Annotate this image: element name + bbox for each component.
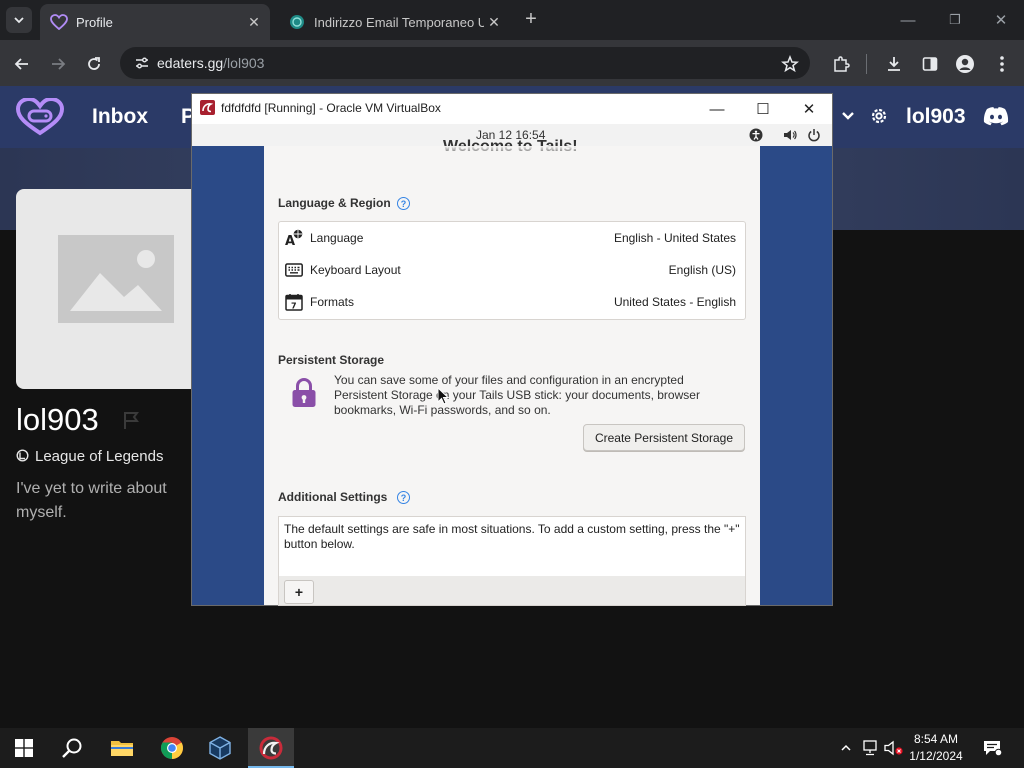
keyboard-icon	[285, 262, 303, 278]
site-info-icon[interactable]	[134, 55, 150, 71]
side-panel-icon[interactable]	[918, 52, 942, 76]
reload-icon[interactable]	[82, 52, 106, 76]
add-setting-button[interactable]: +	[284, 580, 314, 604]
notification-icon[interactable]	[982, 738, 1002, 758]
profile-game: League of Legends	[16, 448, 163, 465]
tails-icon[interactable]	[251, 732, 291, 764]
report-flag-icon[interactable]	[121, 409, 143, 431]
scroll-fade	[264, 146, 760, 156]
profile-icon[interactable]	[953, 52, 977, 76]
browser-restore-button[interactable]: ❐	[941, 8, 969, 32]
url-text[interactable]: edaters.gg/lol903	[157, 55, 264, 71]
nav-username[interactable]: lol903	[906, 105, 966, 129]
menu-icon[interactable]	[990, 52, 1014, 76]
edaters-logo-icon[interactable]	[15, 96, 65, 136]
tray-chevron-up-icon[interactable]	[836, 738, 856, 758]
additional-settings-help-icon[interactable]: ?	[397, 491, 410, 504]
tab-temp-email[interactable]: Indirizzo Email Temporaneo Usa ✕	[278, 4, 510, 40]
tab-title: Indirizzo Email Temporaneo Usa	[314, 14, 484, 30]
formats-label: Formats	[310, 295, 355, 309]
nav-inbox-link[interactable]: Inbox	[92, 105, 148, 129]
bookmark-star-icon[interactable]	[778, 52, 802, 76]
start-icon[interactable]	[4, 732, 44, 764]
tab-search-button[interactable]	[6, 7, 32, 33]
forward-icon[interactable]	[46, 52, 70, 76]
browser-minimize-button[interactable]: —	[894, 8, 922, 32]
create-persistent-storage-button[interactable]: Create Persistent Storage	[583, 424, 745, 451]
svg-text:A: A	[285, 234, 295, 247]
avatar-placeholder	[16, 189, 206, 389]
language-label: Language	[310, 231, 364, 245]
edaters-heart-icon	[50, 13, 68, 31]
virtualbox-title: fdfdfdfd [Running] - Oracle VM VirtualBo…	[221, 101, 441, 115]
download-icon[interactable]	[882, 52, 906, 76]
additional-settings-footer	[278, 576, 746, 606]
profile-username: lol903	[16, 402, 99, 437]
url-host: edaters.gg	[157, 55, 224, 71]
additional-settings-description: The default settings are safe in most si…	[284, 522, 740, 551]
virtualbox-icon[interactable]	[200, 732, 240, 764]
additional-settings-heading: Additional Settings	[278, 490, 388, 504]
nav-chevron-down-icon[interactable]	[840, 108, 856, 124]
persistent-storage-heading: Persistent Storage	[278, 353, 385, 367]
discord-icon[interactable]	[983, 106, 1009, 126]
vbox-maximize-button[interactable]: ☐	[752, 99, 774, 119]
mouse-cursor-icon	[437, 386, 450, 405]
url-path: /lol903	[223, 55, 265, 71]
vbox-minimize-button[interactable]: —	[706, 99, 728, 119]
profile-bio: I've yet to write about myself.	[16, 480, 167, 521]
volume-muted-icon[interactable]	[884, 738, 904, 758]
toolbar-divider	[866, 54, 867, 74]
taskbar-time: 8:54 AM	[913, 732, 959, 746]
network-icon[interactable]	[860, 738, 880, 758]
profile-game-label: League of Legends	[35, 448, 164, 465]
lock-icon	[291, 377, 317, 409]
back-icon[interactable]	[10, 52, 34, 76]
tab-profile[interactable]: Profile ✕	[40, 4, 270, 40]
extensions-icon[interactable]	[829, 52, 853, 76]
keyboard-label: Keyboard Layout	[310, 263, 401, 277]
tab-close-icon[interactable]: ✕	[484, 14, 504, 31]
power-icon[interactable]	[807, 128, 821, 142]
tab-title: Profile	[76, 14, 113, 30]
taskbar-date: 1/12/2024	[909, 749, 963, 763]
keyboard-value: English (US)	[668, 263, 736, 277]
language-help-icon[interactable]: ?	[397, 197, 410, 210]
taskbar-clock[interactable]: 8:54 AM 1/12/2024	[906, 731, 966, 765]
tab-close-icon[interactable]: ✕	[244, 14, 264, 31]
language-value: English - United States	[613, 231, 736, 245]
search-icon[interactable]	[52, 732, 92, 764]
language-icon: A	[285, 229, 303, 249]
svg-text:7: 7	[291, 301, 297, 310]
gear-icon[interactable]	[869, 106, 889, 126]
calendar-icon: 7	[285, 293, 303, 311]
temp-email-favicon-icon	[288, 13, 306, 31]
browser-close-button[interactable]: ✕	[987, 8, 1015, 32]
file-explorer-icon[interactable]	[102, 732, 142, 764]
volume-icon[interactable]	[783, 128, 797, 142]
lol-icon	[16, 449, 29, 462]
vbox-close-button[interactable]: ✕	[798, 99, 820, 119]
tails-vm-icon	[200, 100, 215, 115]
chrome-icon[interactable]	[152, 732, 192, 764]
formats-value: United States - English	[613, 295, 736, 309]
language-region-heading: Language & Region	[278, 196, 391, 210]
image-placeholder-icon	[58, 235, 174, 323]
chevron-down-icon	[14, 17, 24, 24]
persistent-storage-description: You can save some of your files and conf…	[334, 373, 700, 417]
accessibility-icon[interactable]	[749, 128, 763, 142]
new-tab-button[interactable]: +	[520, 8, 542, 30]
